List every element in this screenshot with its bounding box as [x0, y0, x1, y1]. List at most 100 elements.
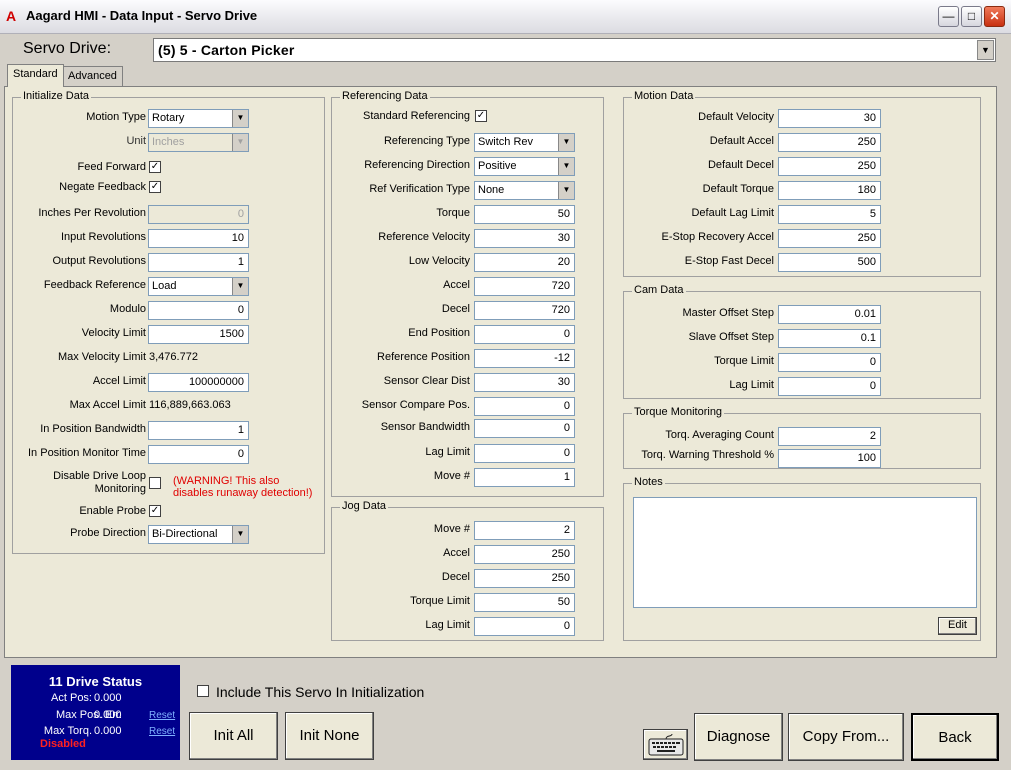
maximize-icon: □	[967, 9, 976, 23]
sensor-compare-label: Sensor Compare Pos.	[361, 399, 470, 411]
negate-feedback-checkbox[interactable]: ✓	[149, 181, 161, 193]
torq-warn-field[interactable]: 100	[778, 449, 881, 468]
diagnose-button[interactable]: Diagnose	[694, 713, 783, 761]
close-button[interactable]: ✕	[984, 6, 1005, 27]
estop-fast-field[interactable]: 500	[778, 253, 881, 272]
drive-status-title: 11 Drive Status	[48, 674, 143, 689]
low-vel-field[interactable]: 20	[474, 253, 575, 272]
negate-feedback-label: Negate Feedback	[59, 181, 146, 193]
modulo-label: Modulo	[109, 303, 146, 315]
tab-advanced[interactable]: Advanced	[62, 66, 123, 86]
cam-torque-label: Torque Limit	[714, 355, 774, 367]
back-button[interactable]: Back	[911, 713, 999, 761]
include-servo-checkbox[interactable]	[197, 685, 209, 697]
copy-from-button[interactable]: Copy From...	[788, 713, 904, 761]
input-rev-field[interactable]: 10	[148, 229, 249, 248]
def-lag-field[interactable]: 5	[778, 205, 881, 224]
ref-decel-label: Decel	[441, 303, 470, 315]
torque-field[interactable]: 50	[474, 205, 575, 224]
drive-status-panel: 11 Drive Status Act Pos: 0.000 Max Pos. …	[11, 665, 180, 760]
maximize-button[interactable]: □	[961, 6, 982, 27]
reset-pos-err-link[interactable]: Reset	[149, 710, 175, 721]
checkmark-icon: ✓	[150, 181, 160, 192]
velocity-limit-field[interactable]: 1500	[148, 325, 249, 344]
notes-textarea[interactable]	[633, 497, 977, 608]
group-title: Motion Data	[632, 90, 696, 102]
max-velocity-label: Max Velocity Limit	[57, 351, 146, 363]
estop-rec-field[interactable]: 250	[778, 229, 881, 248]
def-torque-field[interactable]: 180	[778, 181, 881, 200]
ref-lag-limit-field[interactable]: 0	[474, 444, 575, 463]
standard-ref-label: Standard Referencing	[362, 110, 470, 122]
dropdown-arrow-icon[interactable]: ▼	[977, 40, 994, 60]
master-offset-field[interactable]: 0.01	[778, 305, 881, 324]
ref-vel-field[interactable]: 30	[474, 229, 575, 248]
group-title: Jog Data	[340, 500, 389, 512]
dropdown-arrow-icon: ▼	[558, 134, 574, 151]
ref-verif-label: Ref Verification Type	[369, 183, 470, 195]
feed-forward-checkbox[interactable]: ✓	[149, 161, 161, 173]
init-all-button[interactable]: Init All	[189, 712, 278, 760]
output-rev-field[interactable]: 1	[148, 253, 249, 272]
group-title: Initialize Data	[21, 90, 92, 102]
end-pos-field[interactable]: 0	[474, 325, 575, 344]
group-title: Referencing Data	[340, 90, 430, 102]
title-bar: A Aagard HMI - Data Input - Servo Drive …	[0, 0, 1011, 34]
motion-type-value: Rotary	[152, 112, 185, 124]
enable-probe-checkbox[interactable]: ✓	[149, 505, 161, 517]
cam-torque-field[interactable]: 0	[778, 353, 881, 372]
disable-loop-checkbox[interactable]	[149, 477, 161, 489]
standard-ref-checkbox[interactable]: ✓	[475, 110, 487, 122]
keyboard-icon	[648, 733, 683, 756]
ref-decel-field[interactable]: 720	[474, 301, 575, 320]
servo-drive-select[interactable]: (5) 5 - Carton Picker ▼	[153, 38, 996, 62]
ref-accel-field[interactable]: 720	[474, 277, 575, 296]
ref-move-field[interactable]: 1	[474, 468, 575, 487]
ref-move-label: Move #	[433, 470, 470, 482]
jog-decel-field[interactable]: 250	[474, 569, 575, 588]
initialize-data-group: Initialize Data Motion Type Rotary ▼ Unit…	[12, 90, 325, 554]
jog-move-field[interactable]: 2	[474, 521, 575, 540]
motion-type-select[interactable]: Rotary ▼	[148, 109, 249, 128]
ref-type-select[interactable]: Switch Rev ▼	[474, 133, 575, 152]
sensor-compare-field[interactable]: 0	[474, 397, 575, 416]
jog-accel-field[interactable]: 250	[474, 545, 575, 564]
accel-limit-field[interactable]: 100000000	[148, 373, 249, 392]
edit-notes-button[interactable]: Edit	[938, 617, 977, 635]
ref-pos-label: Reference Position	[377, 351, 470, 363]
feedback-ref-select[interactable]: Load ▼	[148, 277, 249, 296]
minimize-button[interactable]: —	[938, 6, 959, 27]
slave-offset-field[interactable]: 0.1	[778, 329, 881, 348]
probe-dir-select[interactable]: Bi-Directional ▼	[148, 525, 249, 544]
keyboard-button[interactable]	[643, 729, 688, 760]
sensor-clear-field[interactable]: 30	[474, 373, 575, 392]
jog-lag-field[interactable]: 0	[474, 617, 575, 636]
probe-dir-label: Probe Direction	[70, 527, 146, 539]
checkmark-icon: ✓	[150, 505, 160, 516]
ref-verif-select[interactable]: None ▼	[474, 181, 575, 200]
cam-lag-field[interactable]: 0	[778, 377, 881, 396]
torque-label: Torque	[436, 207, 470, 219]
torq-avg-field[interactable]: 2	[778, 427, 881, 446]
jog-torque-label: Torque Limit	[410, 595, 470, 607]
ref-dir-select[interactable]: Positive ▼	[474, 157, 575, 176]
tab-standard[interactable]: Standard	[7, 64, 64, 87]
modulo-field[interactable]: 0	[148, 301, 249, 320]
notes-group: Notes Edit	[623, 476, 981, 641]
in-pos-bw-field[interactable]: 1	[148, 421, 249, 440]
in-pos-time-field[interactable]: 0	[148, 445, 249, 464]
init-none-button[interactable]: Init None	[285, 712, 374, 760]
def-decel-field[interactable]: 250	[778, 157, 881, 176]
def-vel-field[interactable]: 30	[778, 109, 881, 128]
slave-offset-label: Slave Offset Step	[688, 331, 774, 343]
sensor-bw-field[interactable]: 0	[474, 419, 575, 438]
reset-torq-link[interactable]: Reset	[149, 726, 175, 737]
output-rev-label: Output Revolutions	[52, 255, 146, 267]
jog-torque-field[interactable]: 50	[474, 593, 575, 612]
def-accel-field[interactable]: 250	[778, 133, 881, 152]
ref-pos-field[interactable]: -12	[474, 349, 575, 368]
torq-warn-label: Torq. Warning Threshold %	[641, 449, 774, 461]
group-title: Torque Monitoring	[632, 406, 725, 418]
velocity-limit-label: Velocity Limit	[81, 327, 146, 339]
def-decel-label: Default Decel	[707, 159, 774, 171]
